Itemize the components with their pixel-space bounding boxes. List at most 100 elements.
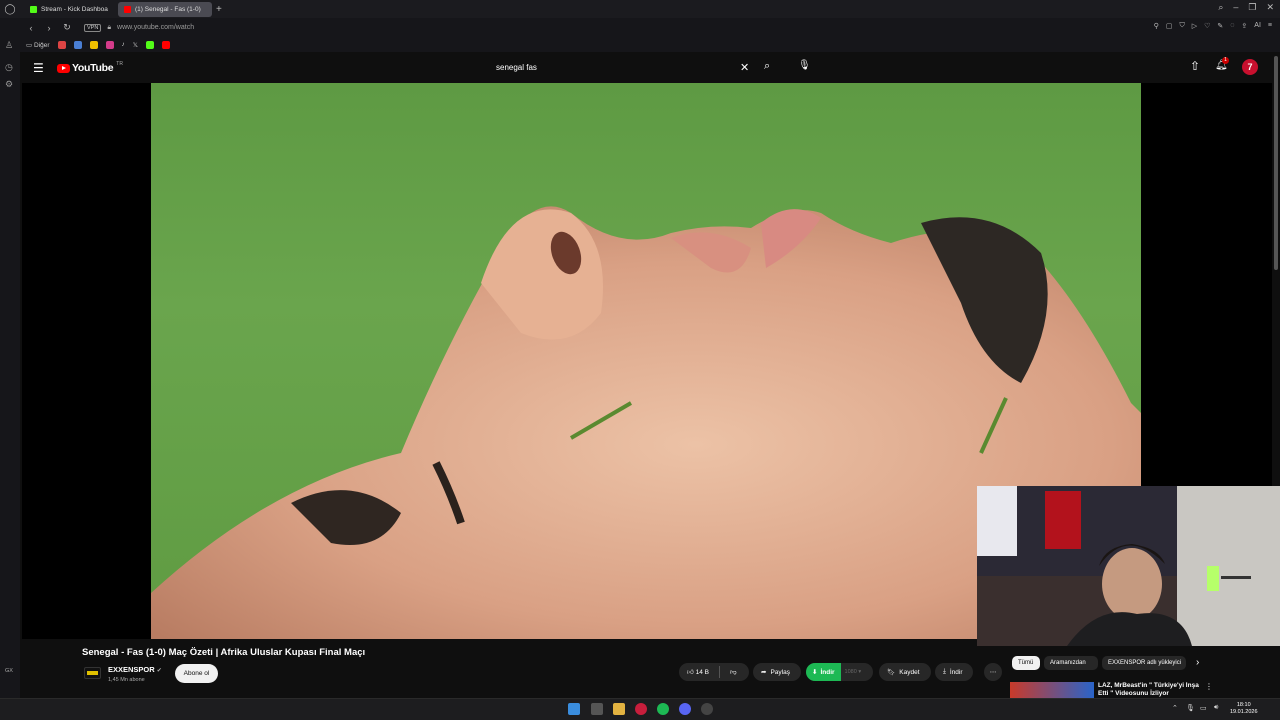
- discord-icon[interactable]: [679, 703, 691, 715]
- kick-icon[interactable]: [146, 40, 154, 49]
- extension-download-label: İndir: [820, 668, 835, 676]
- snapshot-icon[interactable]: ▢: [1166, 22, 1173, 30]
- more-actions-button[interactable]: ⋯: [984, 663, 1002, 681]
- play-icon[interactable]: ▷: [1192, 22, 1197, 30]
- save-button[interactable]: 🔖︎ Kaydet: [879, 663, 931, 681]
- tray-chevron-icon[interactable]: ⌃: [1172, 704, 1178, 712]
- search-tabs-icon[interactable]: ⌕: [1218, 2, 1223, 13]
- messenger-icon[interactable]: ♙: [5, 40, 13, 51]
- like-button[interactable]: 👍︎ 14 B: [687, 668, 709, 676]
- scrollbar-thumb[interactable]: [1274, 56, 1278, 270]
- bookmark-folder-label: Diğer: [33, 41, 50, 49]
- like-count: 14 B: [695, 669, 709, 676]
- tab-bar: ◯ Stream - Kick Dashboa (1) Senegal - Fa…: [0, 0, 1280, 18]
- download-label: İndir: [949, 668, 963, 676]
- file-explorer-icon[interactable]: [613, 703, 625, 715]
- heart-icon[interactable]: ♡: [1204, 22, 1210, 30]
- docs-icon[interactable]: [73, 40, 82, 49]
- search-input[interactable]: senegal fas ✕: [488, 59, 758, 77]
- browser-sidebar: ♙ ◷ ⚙: [0, 18, 20, 698]
- youtube-logo-text: YouTube: [72, 62, 114, 74]
- instagram-icon[interactable]: [105, 40, 114, 49]
- minimize-button[interactable]: –: [1233, 2, 1238, 13]
- extension-download-group: ⬇ İndir 1080 ▾: [806, 663, 873, 681]
- youtube-play-icon: [57, 63, 70, 73]
- upload-icon[interactable]: ⇧: [1190, 59, 1200, 73]
- recommendation-thumbnail[interactable]: [1010, 682, 1094, 698]
- more-vertical-icon[interactable]: ⋮: [1205, 682, 1213, 691]
- clock-date: 19.01.2026: [1230, 709, 1258, 715]
- chevron-right-icon[interactable]: ›: [1196, 657, 1199, 668]
- back-icon[interactable]: ‹: [24, 23, 38, 33]
- start-icon[interactable]: [568, 703, 580, 715]
- youtube-logo[interactable]: YouTube TR: [57, 61, 123, 74]
- url-field[interactable]: www.youtube.com/watch: [117, 24, 194, 31]
- gx-label[interactable]: GX: [5, 668, 13, 674]
- x-icon[interactable]: 𝕏: [133, 41, 138, 49]
- monitor-icon[interactable]: ▭: [1200, 704, 1207, 712]
- download-arrow-icon: ⬇: [812, 669, 818, 676]
- chip-from-search[interactable]: Aramanızdan: [1044, 656, 1098, 670]
- dislike-button[interactable]: 👎︎: [730, 668, 737, 676]
- subscriber-count: 1,45 Mn abone: [108, 677, 145, 683]
- opera-gx-icon[interactable]: [635, 703, 647, 715]
- share-icon[interactable]: ⇪: [1241, 22, 1247, 30]
- app-icon[interactable]: [701, 703, 713, 715]
- download-icon: ⤓: [943, 668, 946, 675]
- new-tab-button[interactable]: +: [216, 4, 222, 15]
- chip-all[interactable]: Tümü: [1012, 656, 1040, 670]
- guide-menu-icon[interactable]: ☰: [33, 61, 44, 75]
- history-icon[interactable]: ◷: [5, 62, 13, 73]
- pin-icon[interactable]: ⚲: [1154, 22, 1159, 30]
- channel-avatar[interactable]: [84, 667, 101, 679]
- task-view-icon[interactable]: [591, 703, 603, 715]
- share-button[interactable]: ➦ Paylaş: [753, 663, 801, 681]
- tab-label: (1) Senegal - Fas (1-0): [135, 5, 201, 13]
- taskbar-clock[interactable]: 18:10 19.01.2026: [1230, 702, 1258, 716]
- download-button[interactable]: ⤓ İndir: [935, 663, 973, 681]
- menu-icon[interactable]: ≡: [1268, 22, 1272, 30]
- settings-icon[interactable]: ⚙: [5, 79, 13, 90]
- account-avatar[interactable]: 7: [1242, 59, 1258, 75]
- bookmark-icon[interactable]: [89, 40, 98, 49]
- recommendation-title[interactable]: LAZ, MrBeast'in " Türkiye'yi İnşa Etti "…: [1098, 682, 1203, 698]
- clear-search-icon[interactable]: ✕: [740, 61, 749, 74]
- reload-icon[interactable]: ↻: [60, 22, 74, 33]
- shield-icon[interactable]: ⛉: [1179, 22, 1184, 30]
- subscribe-button[interactable]: Abone ol: [175, 664, 218, 683]
- channel-name[interactable]: EXXENSPOR ✔: [108, 665, 162, 674]
- thumb-down-icon: 👎︎: [729, 669, 737, 676]
- tiktok-icon[interactable]: ♪: [122, 41, 125, 48]
- close-window-button[interactable]: ✕: [1266, 2, 1274, 13]
- maximize-button[interactable]: ❐: [1248, 2, 1256, 13]
- microphone-icon[interactable]: 🎙︎: [798, 60, 811, 71]
- search-query[interactable]: senegal fas: [496, 63, 537, 72]
- address-bar: ‹ › ↻ VPN 🔒︎ www.youtube.com/watch ⚲ ▢ ⛉…: [20, 18, 1280, 37]
- gmail-icon[interactable]: [57, 40, 66, 49]
- divider: [718, 666, 720, 678]
- extension-download-button[interactable]: ⬇ İndir: [806, 663, 841, 681]
- like-dislike-group: 👍︎ 14 B 👎︎: [679, 663, 749, 681]
- search-icon[interactable]: ⌕: [764, 60, 770, 73]
- tab-kick[interactable]: Stream - Kick Dashboa: [24, 2, 114, 17]
- microphone-icon[interactable]: 🎙︎: [1186, 704, 1195, 712]
- volume-icon[interactable]: 🔊︎: [1214, 704, 1218, 712]
- forward-icon[interactable]: ›: [42, 23, 56, 33]
- vpn-badge[interactable]: VPN: [84, 23, 102, 32]
- extension-icon[interactable]: ✎: [1217, 22, 1223, 30]
- youtube-icon: [124, 5, 131, 13]
- chip-uploader[interactable]: EXXENSPOR adlı yükleyici: [1102, 656, 1186, 670]
- quality-select[interactable]: 1080 ▾: [841, 669, 866, 675]
- bookmarks-bar: ▭ Diğer ♪ 𝕏: [20, 37, 1280, 52]
- opera-logo-icon[interactable]: ◯: [0, 0, 20, 18]
- tab-label: Stream - Kick Dashboa: [41, 5, 108, 13]
- chat-icon[interactable]: ◌: [1230, 22, 1234, 30]
- bookmark-folder[interactable]: ▭ Diğer: [26, 41, 50, 49]
- youtube-icon[interactable]: [162, 40, 170, 49]
- ai-button[interactable]: AI: [1254, 22, 1261, 30]
- lock-icon[interactable]: 🔒︎: [107, 24, 111, 32]
- spotify-icon[interactable]: [657, 703, 669, 715]
- verified-icon: ✔: [156, 668, 162, 674]
- youtube-header: ☰ YouTube TR senegal fas ✕ ⌕ 🎙︎ ⇧ 🔔︎ 1 7: [20, 52, 1272, 83]
- tab-youtube[interactable]: (1) Senegal - Fas (1-0): [118, 1, 212, 17]
